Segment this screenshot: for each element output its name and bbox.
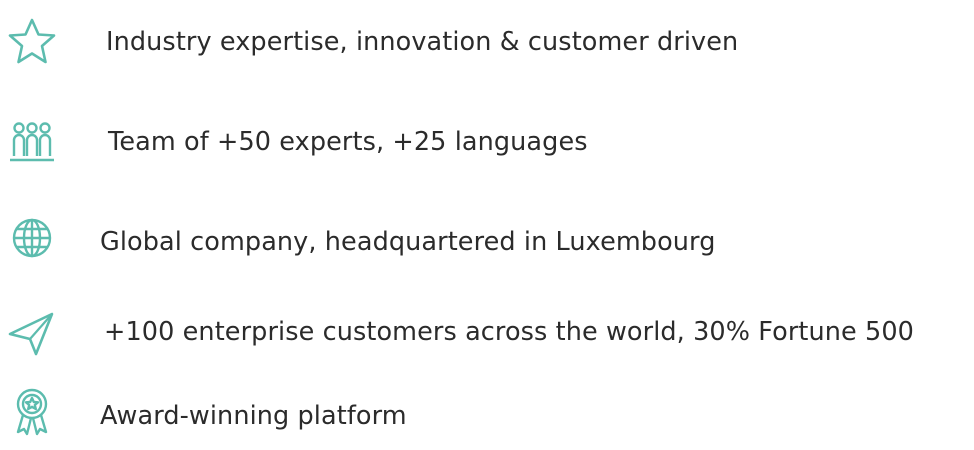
feature-text: Global company, headquartered in Luxembo… [100,227,716,257]
send-icon [6,306,58,358]
globe-icon [6,216,58,268]
feature-text: +100 enterprise customers across the wor… [104,317,915,347]
star-icon [6,16,58,68]
feature-item-team: Team of +50 experts, +25 languages [0,110,974,174]
feature-item-expertise: Industry expertise, innovation & custome… [0,10,974,74]
feature-list: Industry expertise, innovation & custome… [0,0,974,450]
feature-text: Industry expertise, innovation & custome… [106,27,739,57]
feature-text: Award-winning platform [100,400,407,431]
feature-item-customers: +100 enterprise customers across the wor… [0,300,974,364]
feature-text: Team of +50 experts, +25 languages [108,127,588,157]
award-icon [6,386,58,438]
team-icon [6,116,58,168]
feature-item-global: Global company, headquartered in Luxembo… [0,210,974,274]
feature-item-award: Award-winning platform [0,380,974,444]
